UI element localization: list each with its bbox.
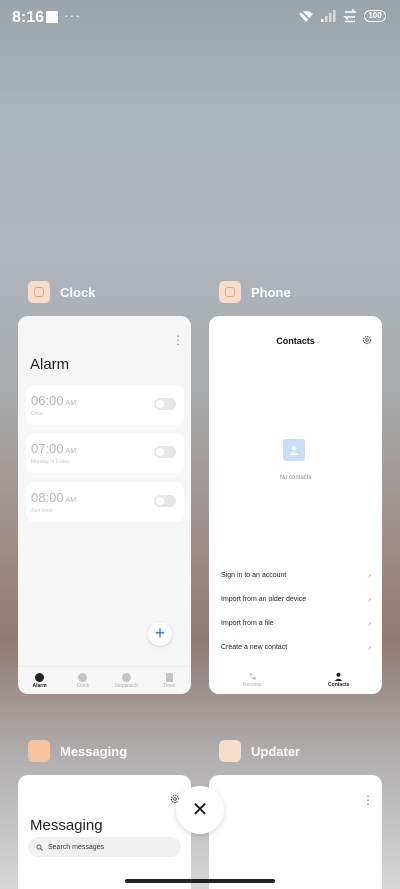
action-label: Import from a file	[221, 620, 274, 627]
alarm-time: 07:00	[31, 441, 64, 456]
alarm-time: 08:00	[31, 490, 64, 505]
messaging-app-card[interactable]: Messaging Search messages	[18, 775, 191, 889]
tab-clock[interactable]: Clock	[63, 672, 103, 689]
sign-in-account-item[interactable]: Sign in to an account ›	[221, 570, 371, 580]
contact-placeholder-icon	[283, 439, 305, 461]
chevron-right-icon: ›	[368, 570, 371, 580]
alarm-ampm: AM	[65, 497, 77, 504]
contacts-title: Contacts	[276, 336, 315, 346]
action-label: Import from an older device	[221, 596, 307, 603]
alarm-item[interactable]: 08:00 AM Just once	[26, 482, 184, 522]
messaging-app-header[interactable]: Messaging	[28, 740, 127, 762]
clock-app-icon	[28, 281, 50, 303]
alarm-toggle[interactable]	[154, 398, 176, 410]
tab-timer[interactable]: Timer	[149, 672, 189, 689]
clock-app-name: Clock	[60, 284, 96, 300]
home-gesture-bar[interactable]	[125, 879, 275, 883]
clock-bottom-nav: Alarm Clock Stopwatch Timer	[18, 666, 191, 694]
tab-alarm[interactable]: Alarm	[20, 672, 60, 689]
tab-recents[interactable]: Recents	[222, 672, 282, 688]
messaging-app-icon	[28, 740, 50, 762]
chevron-right-icon: ›	[368, 594, 371, 604]
status-bar: 8:16 ··· 100	[0, 0, 400, 36]
empty-state-text: No contacts	[279, 475, 312, 481]
settings-gear-icon[interactable]	[362, 335, 372, 345]
alarm-ampm: AM	[65, 400, 77, 407]
search-icon	[36, 843, 43, 851]
tab-label: Clock	[76, 682, 90, 689]
clear-all-button[interactable]: ✕	[176, 786, 224, 834]
create-contact-item[interactable]: Create a new contact ›	[221, 642, 371, 652]
phone-icon	[249, 673, 256, 680]
phone-app-card[interactable]: Contacts No contacts Sign in to an accou…	[209, 316, 382, 694]
status-time: 8:16	[12, 9, 45, 26]
signal-icon	[321, 10, 336, 22]
updater-app-header[interactable]: Updater	[219, 740, 300, 762]
messaging-app-name: Messaging	[60, 743, 128, 759]
person-icon	[334, 672, 343, 681]
import-file-item[interactable]: Import from a file ›	[221, 618, 371, 628]
alarm-toggle[interactable]	[154, 495, 176, 507]
tab-label: Recents	[243, 682, 262, 688]
action-label: Create a new contact	[221, 644, 288, 651]
messaging-title: Messaging	[30, 817, 103, 834]
alarm-toggle[interactable]	[154, 446, 176, 458]
alarm-time: 06:00	[31, 393, 64, 408]
alarm-repeat-label: Monday to Friday	[31, 459, 70, 465]
alarm-icon	[35, 672, 45, 682]
alarm-repeat-label: Just once	[31, 508, 53, 514]
phone-app-icon	[219, 281, 241, 303]
tab-label: Alarm	[32, 682, 47, 689]
more-options-icon: ⋮	[172, 333, 184, 347]
updater-app-name: Updater	[251, 743, 301, 759]
alarm-title: Alarm	[30, 356, 70, 373]
clock-icon	[78, 672, 88, 682]
battery-icon: 100	[364, 10, 386, 22]
more-notifications-icon: ···	[64, 7, 81, 23]
alarm-item[interactable]: 07:00 AM Monday to Friday	[26, 433, 184, 473]
wifi-off-icon	[299, 9, 313, 23]
updater-app-card[interactable]: ⋮	[209, 775, 382, 889]
phone-bottom-nav: Recents Contacts	[209, 666, 382, 694]
add-alarm-button[interactable]: +	[148, 622, 172, 646]
updater-app-icon	[219, 740, 241, 762]
stopwatch-icon	[121, 672, 131, 682]
data-transfer-icon	[343, 9, 357, 23]
clock-app-card[interactable]: ⋮ Alarm 06:00 AM Once 07:00 AM Monday to F…	[18, 316, 191, 694]
tab-label: Stopwatch	[114, 682, 138, 689]
close-icon: ✕	[191, 799, 209, 821]
notification-icon	[46, 11, 58, 23]
alarm-item[interactable]: 06:00 AM Once	[26, 385, 184, 425]
tab-label: Contacts	[328, 682, 350, 688]
alarm-ampm: AM	[65, 448, 77, 455]
more-options-icon[interactable]: ⋮	[362, 793, 374, 807]
chevron-right-icon: ›	[368, 618, 371, 628]
tab-label: Timer	[163, 682, 176, 689]
import-older-device-item[interactable]: Import from an older device ›	[221, 594, 371, 604]
alarm-repeat-label: Once	[31, 411, 43, 417]
phone-app-name: Phone	[251, 284, 291, 300]
search-messages-input[interactable]: Search messages	[28, 837, 181, 857]
tab-stopwatch[interactable]: Stopwatch	[106, 672, 146, 689]
search-placeholder: Search messages	[48, 843, 105, 851]
clock-app-header[interactable]: Clock	[28, 281, 95, 303]
chevron-right-icon: ›	[368, 642, 371, 652]
action-label: Sign in to an account	[221, 572, 287, 579]
hourglass-icon	[165, 672, 173, 682]
tab-contacts[interactable]: Contacts	[309, 672, 369, 688]
status-icons: 100	[298, 9, 386, 23]
phone-app-header[interactable]: Phone	[219, 281, 291, 303]
